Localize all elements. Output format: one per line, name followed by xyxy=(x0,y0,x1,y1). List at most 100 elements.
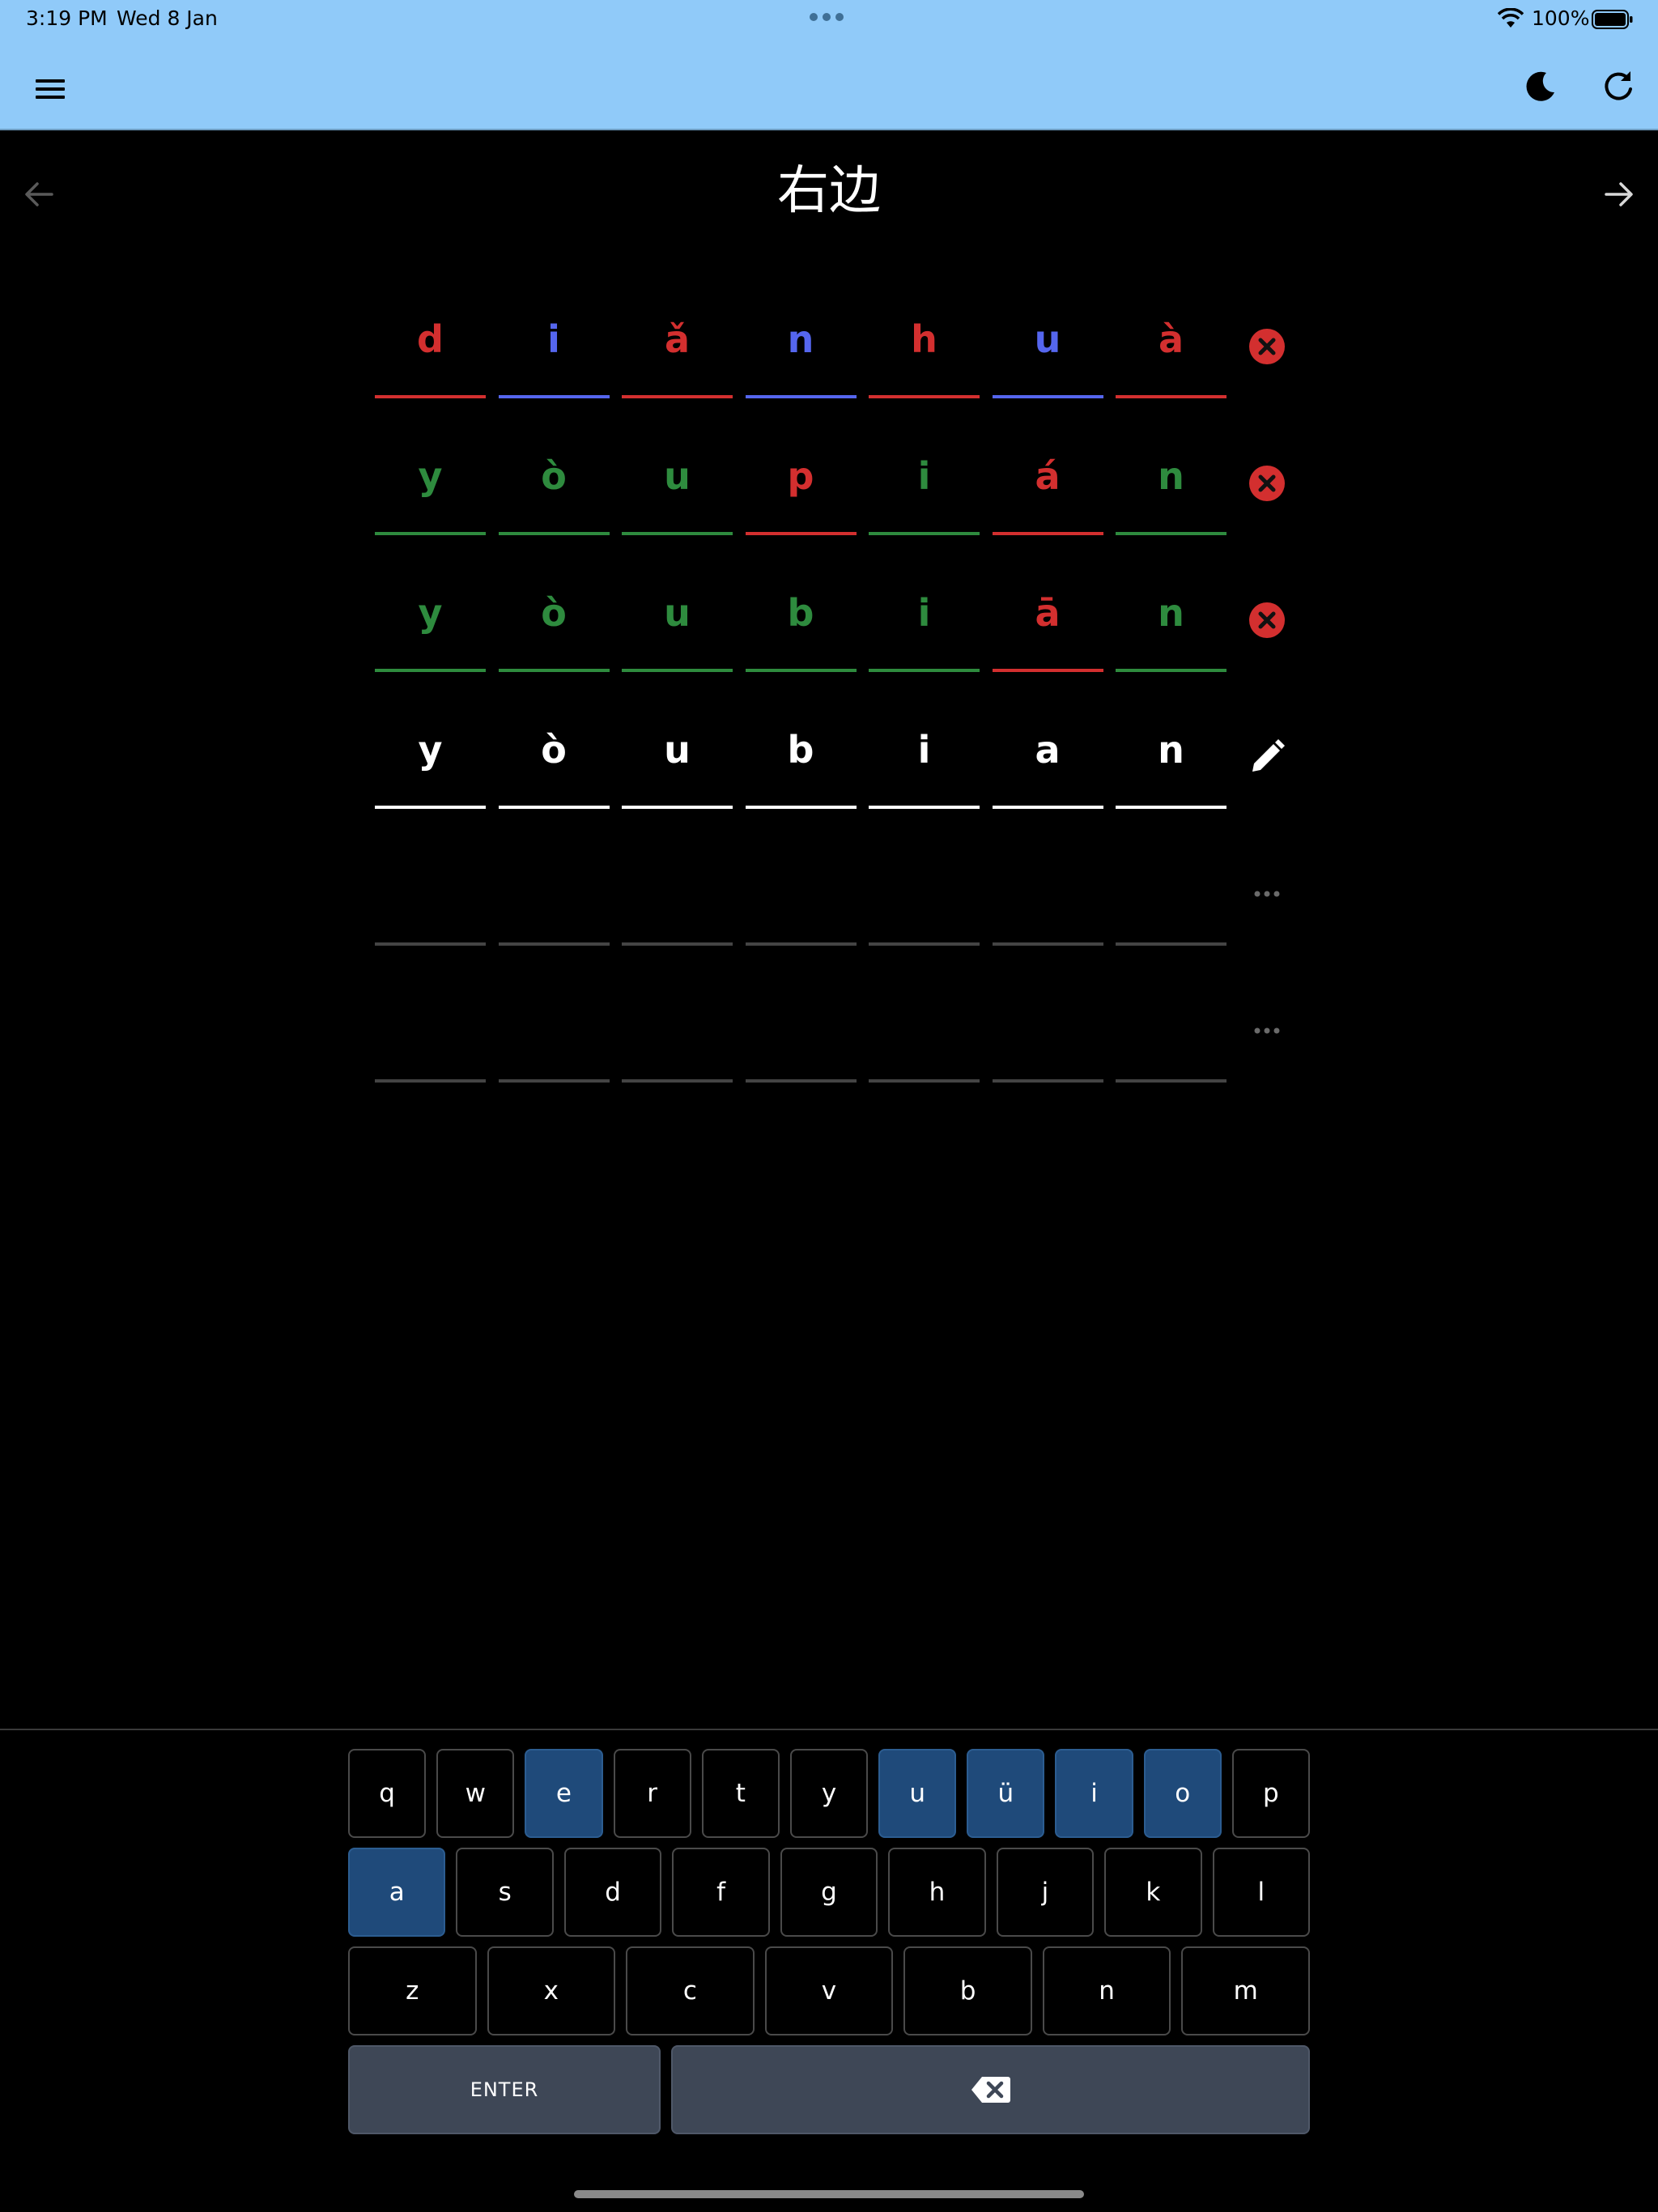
key-ü[interactable]: ü xyxy=(967,1749,1045,1838)
cell-underline xyxy=(622,532,733,535)
app-bar xyxy=(0,39,1658,130)
pencil-icon[interactable] xyxy=(1248,738,1286,776)
key-label: a xyxy=(389,1878,405,1907)
moon-icon[interactable] xyxy=(1522,68,1559,105)
cell-letter: i xyxy=(547,317,560,361)
cell-letter: u xyxy=(664,454,691,498)
key-label: z xyxy=(406,1976,419,2006)
letter-cell[interactable]: i xyxy=(869,710,980,809)
key-label: h xyxy=(929,1878,946,1907)
cell-underline xyxy=(622,942,733,946)
letter-cell: u xyxy=(622,573,733,672)
keyboard-divider xyxy=(0,1729,1658,1730)
key-label: c xyxy=(682,1976,697,2006)
cell-underline xyxy=(375,532,486,535)
cell-underline xyxy=(498,1079,610,1083)
letter-cell[interactable]: b xyxy=(745,710,857,809)
cell-letter: i xyxy=(917,454,931,498)
guess-row xyxy=(375,847,1298,984)
cell-underline xyxy=(1116,532,1226,535)
arrow-right-icon[interactable] xyxy=(1601,177,1637,212)
error-x-circle-icon xyxy=(1248,464,1286,503)
key-z[interactable]: z xyxy=(348,1946,477,2035)
cell-underline xyxy=(869,1079,980,1083)
cell-letter: ò xyxy=(541,728,567,772)
key-label: x xyxy=(543,1976,559,2006)
key-k[interactable]: k xyxy=(1104,1848,1202,1937)
cell-underline xyxy=(622,395,733,398)
key-label: t xyxy=(735,1779,746,1808)
backspace-button[interactable] xyxy=(671,2045,1310,2134)
letter-cell[interactable]: n xyxy=(1116,710,1226,809)
cell-letter: n xyxy=(1158,591,1184,635)
key-label: ü xyxy=(997,1779,1014,1808)
key-label: b xyxy=(959,1976,976,2006)
cell-letter: u xyxy=(1034,317,1061,361)
key-r[interactable]: r xyxy=(613,1749,691,1838)
key-i[interactable]: i xyxy=(1055,1749,1133,1838)
enter-button[interactable]: ENTER xyxy=(348,2045,661,2134)
cell-letter: h xyxy=(911,317,937,361)
key-t[interactable]: t xyxy=(701,1749,780,1838)
refresh-icon[interactable] xyxy=(1600,68,1637,105)
key-b[interactable]: b xyxy=(903,1946,1032,2035)
cell-letter: u xyxy=(664,728,691,772)
letter-cell: i xyxy=(869,573,980,672)
key-label: f xyxy=(716,1878,725,1907)
key-label: m xyxy=(1233,1976,1258,2006)
cell-letter: y xyxy=(418,728,443,772)
key-w[interactable]: w xyxy=(436,1749,515,1838)
letter-cell: i xyxy=(869,436,980,535)
ellipsis-icon xyxy=(1248,874,1286,913)
key-m[interactable]: m xyxy=(1181,1946,1310,2035)
cell-underline xyxy=(992,806,1103,809)
cell-underline xyxy=(745,1079,857,1083)
multitasking-dots-icon[interactable] xyxy=(810,13,844,21)
key-j[interactable]: j xyxy=(996,1848,1095,1937)
guess-row: diǎnhuà xyxy=(375,300,1298,436)
key-q[interactable]: q xyxy=(348,1749,427,1838)
cell-underline xyxy=(622,669,733,672)
hamburger-menu-icon[interactable] xyxy=(32,74,70,104)
cell-underline xyxy=(869,669,980,672)
key-n[interactable]: n xyxy=(1042,1946,1171,2035)
guess-grid: d i ǎ n h u à y ò u p i á n y ò u b i ā n y ò u b i a n xyxy=(375,300,1298,1121)
key-s[interactable]: s xyxy=(456,1848,554,1937)
key-y[interactable]: y xyxy=(789,1749,869,1838)
letter-cell[interactable]: y xyxy=(375,710,486,809)
cell-letter: b xyxy=(787,728,814,772)
cell-underline xyxy=(375,669,486,672)
error-x-circle-icon xyxy=(1248,601,1286,640)
key-label: r xyxy=(647,1779,657,1808)
key-d[interactable]: d xyxy=(563,1848,662,1937)
cell-underline xyxy=(992,395,1103,398)
letter-cell: y xyxy=(375,436,486,535)
key-x[interactable]: x xyxy=(487,1946,616,2035)
letter-cell[interactable]: ò xyxy=(498,710,610,809)
key-o[interactable]: o xyxy=(1143,1749,1222,1838)
app-screen: 3:19 PM Wed 8 Jan 100% 右边 d i ǎ n h u à … xyxy=(0,0,1658,2212)
home-indicator[interactable] xyxy=(574,2190,1084,2198)
letter-cell: n xyxy=(1116,436,1226,535)
cell-underline xyxy=(869,806,980,809)
key-v[interactable]: v xyxy=(764,1946,894,2035)
key-f[interactable]: f xyxy=(672,1848,770,1937)
letter-cell[interactable]: a xyxy=(992,710,1103,809)
key-u[interactable]: u xyxy=(878,1749,957,1838)
cell-underline xyxy=(498,806,610,809)
cell-underline xyxy=(622,806,733,809)
key-l[interactable]: l xyxy=(1212,1848,1310,1937)
guess-row xyxy=(375,984,1298,1121)
key-a[interactable]: a xyxy=(348,1848,446,1937)
key-label: o xyxy=(1175,1779,1191,1808)
letter-cell[interactable]: u xyxy=(622,710,733,809)
key-g[interactable]: g xyxy=(780,1848,878,1937)
cell-letter: à xyxy=(1158,317,1184,361)
key-e[interactable]: e xyxy=(525,1749,603,1838)
key-p[interactable]: p xyxy=(1231,1749,1310,1838)
key-h[interactable]: h xyxy=(888,1848,986,1937)
key-c[interactable]: c xyxy=(626,1946,755,2035)
cell-underline xyxy=(375,942,486,946)
cell-underline xyxy=(375,395,486,398)
cell-letter: a xyxy=(1035,728,1061,772)
